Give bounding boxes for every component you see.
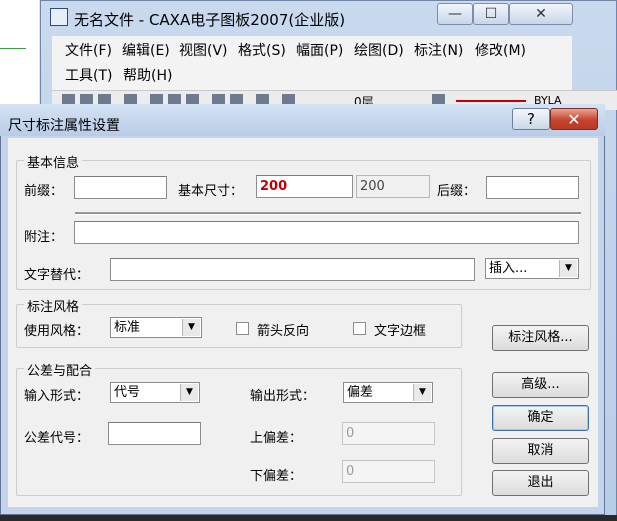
advanced-button[interactable]: 高级... — [492, 372, 589, 398]
dialog-title: 尺寸标注属性设置 — [8, 118, 120, 134]
exit-button[interactable]: 退出 — [492, 470, 589, 496]
help-button[interactable]: ? — [512, 108, 550, 130]
use-style-label: 使用风格： — [24, 324, 90, 339]
suffix-input[interactable] — [486, 176, 579, 199]
menu-bar: 文件(F) 编辑(E) 视图(V) 格式(S) 幅面(P) 绘图(D) 标注(N… — [52, 36, 572, 90]
main-window-title: 无名文件 - CAXA电子图板2007(企业版) — [74, 11, 346, 29]
chevron-down-icon[interactable]: ▼ — [413, 384, 431, 401]
insert-dropdown-value: 插入... — [489, 261, 528, 276]
note-input[interactable] — [74, 221, 579, 244]
upper-deviation-label: 上偏差： — [250, 431, 303, 446]
basic-info-legend: 基本信息 — [24, 152, 83, 171]
chevron-down-icon[interactable]: ▼ — [182, 319, 200, 336]
menu-dimension[interactable]: 标注(N) — [414, 40, 463, 60]
tolerance-group-legend: 公差与配合 — [24, 360, 96, 379]
dialog-close-button[interactable]: ✕ — [550, 108, 598, 130]
prefix-label: 前缀： — [24, 184, 64, 199]
output-form-value: 偏差 — [347, 385, 374, 400]
prefix-input[interactable] — [74, 176, 167, 199]
main-close-button[interactable]: ✕ — [509, 3, 573, 25]
minimize-button[interactable]: — — [437, 3, 473, 25]
text-replace-label: 文字替代： — [24, 268, 90, 283]
menu-edit[interactable]: 编辑(E) — [122, 40, 170, 60]
cancel-button[interactable]: 取消 — [492, 438, 589, 464]
menu-file[interactable]: 文件(F) — [65, 40, 112, 60]
app-icon — [50, 8, 68, 26]
chevron-down-icon[interactable]: ▼ — [180, 384, 198, 401]
menu-sheet[interactable]: 幅面(P) — [296, 40, 343, 60]
input-form-label: 输入形式： — [24, 389, 90, 404]
text-border-checkbox[interactable] — [353, 322, 366, 335]
lower-deviation-input[interactable]: 0 — [342, 460, 435, 483]
tolerance-code-label: 公差代号： — [24, 431, 90, 446]
arrow-reverse-label: 箭头反向 — [257, 324, 310, 339]
use-style-value: 标准 — [114, 320, 141, 335]
ok-button[interactable]: 确定 — [492, 405, 589, 431]
tolerance-code-input[interactable] — [108, 422, 201, 445]
menu-tools[interactable]: 工具(T) — [65, 65, 112, 85]
base-dimension-value: 200 — [260, 179, 288, 194]
menu-format[interactable]: 格式(S) — [238, 40, 286, 60]
text-replace-input[interactable] — [110, 258, 475, 281]
base-dimension-input[interactable]: 200 — [256, 175, 353, 198]
upper-deviation-input[interactable]: 0 — [342, 422, 435, 445]
dimension-style-button[interactable]: 标注风格... — [492, 325, 589, 351]
input-form-value: 代号 — [114, 385, 141, 400]
menu-view[interactable]: 视图(V) — [179, 40, 228, 60]
text-border-label: 文字边框 — [374, 324, 427, 339]
use-style-select[interactable]: 标准 ▼ — [110, 317, 202, 338]
lower-deviation-label: 下偏差： — [250, 469, 303, 484]
suffix-label: 后缀： — [437, 184, 477, 199]
chevron-down-icon[interactable]: ▼ — [559, 260, 577, 277]
output-form-select[interactable]: 偏差 ▼ — [343, 382, 433, 403]
input-form-select[interactable]: 代号 ▼ — [110, 382, 200, 403]
menu-modify[interactable]: 修改(M) — [475, 40, 526, 60]
menu-draw[interactable]: 绘图(D) — [354, 40, 404, 60]
line-color-sample — [456, 100, 526, 102]
style-group-legend: 标注风格 — [24, 296, 83, 315]
note-label: 附注： — [24, 230, 64, 245]
desktop-background — [0, 0, 40, 105]
taskbar-edge — [0, 515, 617, 521]
menu-help[interactable]: 帮助(H) — [123, 65, 172, 85]
measured-dimension-field: 200 — [356, 175, 430, 198]
desktop-line — [0, 48, 26, 49]
base-dimension-label: 基本尺寸： — [178, 184, 244, 199]
insert-dropdown[interactable]: 插入... ▼ — [485, 258, 579, 279]
output-form-label: 输出形式： — [250, 389, 316, 404]
maximize-button[interactable]: ☐ — [473, 3, 509, 25]
separator-line — [75, 212, 581, 215]
arrow-reverse-checkbox[interactable] — [236, 322, 249, 335]
